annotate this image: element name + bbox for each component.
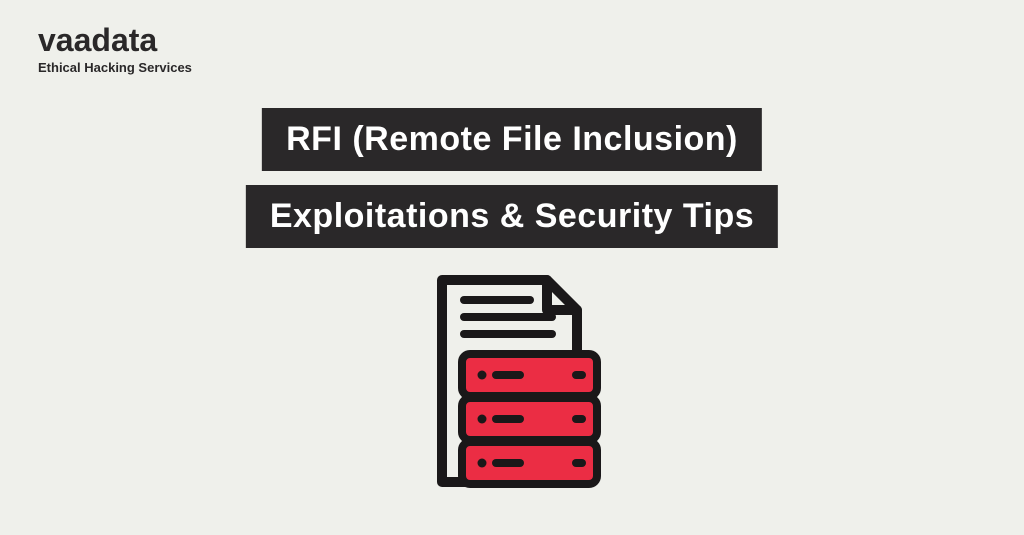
title-banner-line2: Exploitations & Security Tips [246, 185, 778, 248]
document-server-icon [412, 272, 612, 507]
title-banner-line1: RFI (Remote File Inclusion) [262, 108, 762, 171]
logo-brand-text: vaadata [38, 24, 192, 56]
title-section: RFI (Remote File Inclusion) Exploitation… [246, 108, 778, 248]
logo-tagline-text: Ethical Hacking Services [38, 60, 192, 75]
logo: vaadata Ethical Hacking Services [38, 24, 192, 75]
